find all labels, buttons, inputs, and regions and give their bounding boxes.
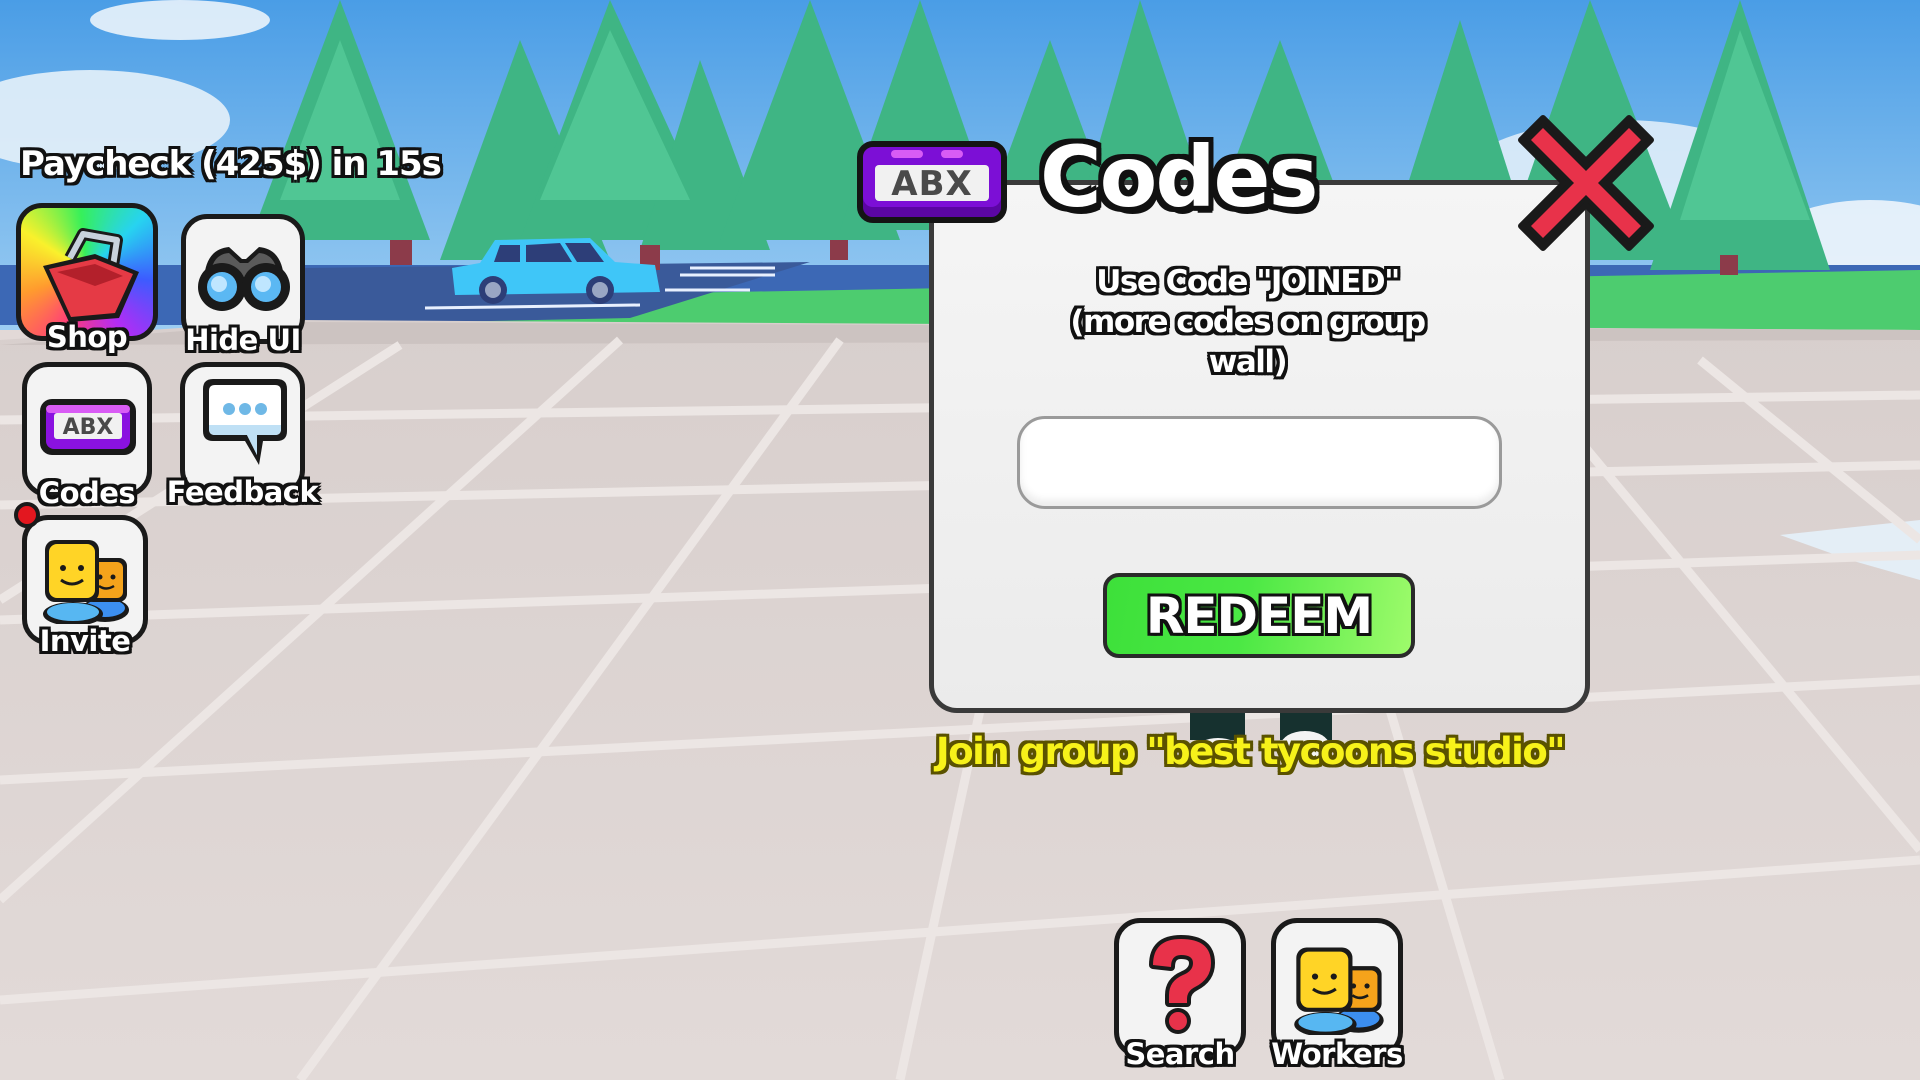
join-group-message: Join group "best tycoons studio"	[935, 730, 1566, 773]
codes-label: Codes	[38, 476, 136, 510]
feedback-button[interactable]: Feedback	[167, 362, 319, 509]
code-input[interactable]	[1017, 416, 1502, 509]
close-x-icon[interactable]	[1515, 112, 1657, 254]
search-button[interactable]: Search	[1114, 918, 1246, 1071]
basket-icon	[43, 228, 139, 322]
question-mark-icon	[1149, 935, 1215, 1034]
panel-title: Codes	[1040, 128, 1318, 226]
two-people-icon	[43, 540, 129, 624]
codes-button[interactable]: ABX Codes	[22, 362, 152, 510]
notification-dot	[14, 502, 40, 528]
redeem-label: REDEEM	[1145, 586, 1373, 645]
invite-button[interactable]: Invite	[22, 515, 148, 658]
instructions-line-1: Use Code "JOINED"	[1096, 264, 1400, 300]
redeem-button[interactable]: REDEEM	[1103, 573, 1415, 658]
binoculars-icon	[198, 247, 290, 311]
paycheck-timer: Paycheck (425$) in 15s	[20, 144, 442, 184]
abx-ticket-icon: ABX	[40, 399, 136, 455]
instructions-line-3: wall)	[1208, 344, 1288, 380]
shop-button[interactable]: Shop	[16, 203, 158, 354]
code-instructions: Use Code "JOINED" (more codes on group w…	[1020, 262, 1475, 382]
svg-text:ABX: ABX	[63, 415, 114, 440]
search-label: Search	[1125, 1037, 1235, 1071]
shop-label: Shop	[46, 320, 128, 354]
cloud	[90, 0, 270, 40]
instructions-line-2: (more codes on group	[1070, 304, 1426, 340]
two-people-icon	[1294, 947, 1384, 1035]
workers-button[interactable]: Workers	[1271, 918, 1403, 1071]
hide-ui-label: Hide UI	[185, 323, 301, 357]
hide-ui-button[interactable]: Hide UI	[181, 214, 305, 357]
workers-label: Workers	[1271, 1037, 1403, 1071]
abx-badge-text: ABX	[875, 165, 989, 203]
invite-label: Invite	[39, 624, 131, 658]
abx-badge-icon: ABX	[857, 141, 1007, 223]
speech-bubble-icon	[203, 379, 287, 465]
feedback-label: Feedback	[166, 475, 319, 509]
